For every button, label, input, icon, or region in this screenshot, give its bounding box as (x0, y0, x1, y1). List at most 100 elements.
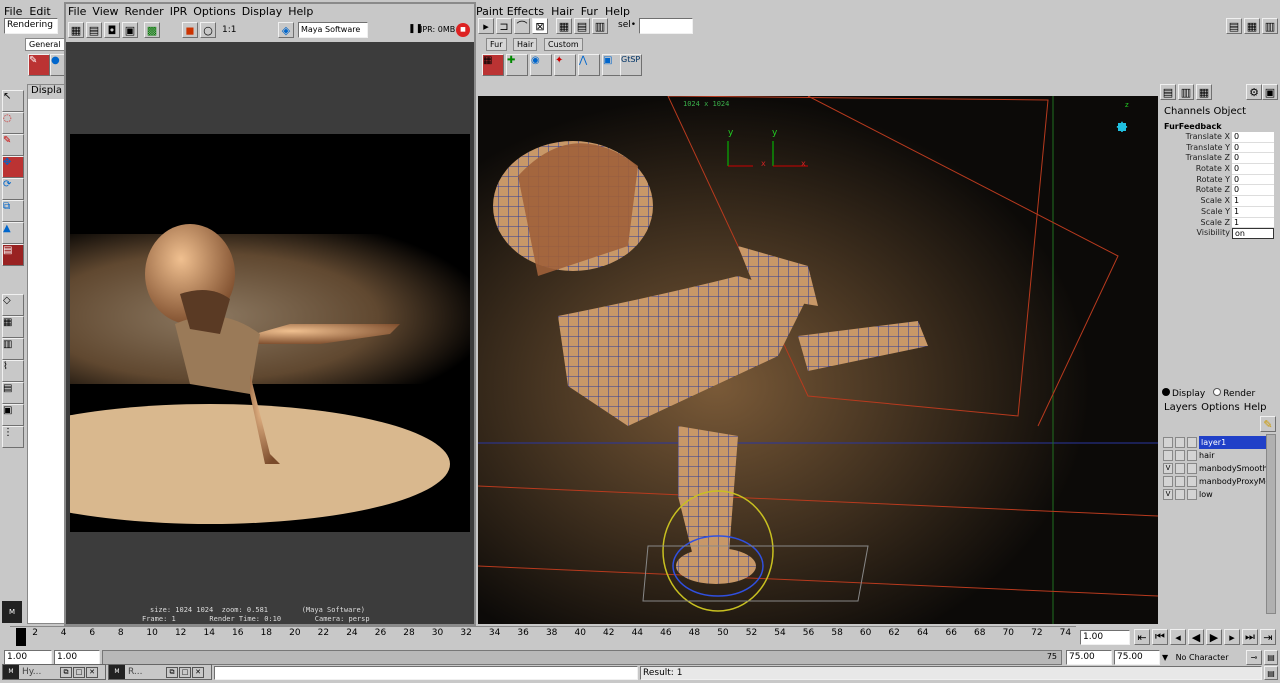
perspective-viewport[interactable]: 1024 x 1024 y x y x z ✛ (478, 96, 1158, 624)
layer-scrollbar[interactable] (1266, 434, 1276, 614)
shelf-paint-icon[interactable]: ✎ (28, 54, 50, 76)
close-icon[interactable]: ✕ (86, 666, 98, 678)
maximize-icon[interactable]: □ (73, 666, 85, 678)
layer-options-menu[interactable]: Options (1201, 402, 1240, 413)
fur-shelf-icon-5[interactable]: ⋀ (578, 54, 600, 76)
layer-visibility-toggle[interactable] (1163, 437, 1173, 448)
menu-fur[interactable]: Fur (581, 5, 598, 18)
step-back-icon[interactable]: ◂ (1170, 629, 1186, 645)
fur-shelf-icon-2[interactable]: ✚ (506, 54, 528, 76)
channel-row[interactable]: Scale Y1 (1160, 206, 1278, 218)
rv-menu-help[interactable]: Help (288, 4, 313, 20)
render-icon[interactable]: ▦ (556, 18, 572, 34)
step-back-key-icon[interactable]: ⏮ (1152, 629, 1168, 645)
layout-hypershade-icon[interactable]: ▤ (2, 382, 24, 404)
layer-visibility-toggle[interactable] (1163, 450, 1173, 461)
layers-menu[interactable]: Layers (1164, 402, 1197, 413)
layer-visibility-toggle[interactable]: V (1163, 463, 1173, 474)
channel-row[interactable]: Translate Z0 (1160, 153, 1278, 165)
shelf-tab-hair[interactable]: Hair (513, 38, 538, 51)
keep-image-icon[interactable]: ▩ (144, 22, 160, 38)
renderer-dropdown[interactable]: Maya Software (298, 22, 368, 38)
channel-row[interactable]: Translate X0 (1160, 132, 1278, 143)
shelf-tab-fur[interactable]: Fur (486, 38, 507, 51)
layout-single-icon[interactable]: ◇ (2, 294, 24, 316)
layer-row[interactable]: manbodyProxyMes (1163, 475, 1275, 488)
menu-file[interactable]: File (4, 5, 22, 18)
layer-visibility-toggle[interactable] (1163, 476, 1173, 487)
camera-icon[interactable]: ◈ (278, 22, 294, 38)
menu-hair[interactable]: Hair (551, 5, 574, 18)
layout-graph-icon[interactable]: ⌇ (2, 360, 24, 382)
go-start-icon[interactable]: ⇤ (1134, 629, 1150, 645)
channel-row[interactable]: Rotate X0 (1160, 164, 1278, 175)
restore-icon[interactable]: ⧉ (166, 666, 178, 678)
snap-point-icon[interactable]: ⊠ (532, 18, 548, 34)
tab-channels[interactable]: Channels (1164, 106, 1210, 117)
paint-select-icon[interactable]: ✎ (2, 134, 24, 156)
layout-four-icon[interactable]: ▦ (2, 316, 24, 338)
move-tool-icon[interactable]: ✥ (2, 156, 24, 178)
ratio-label[interactable]: 1:1 (222, 25, 236, 35)
layer-type-toggle[interactable] (1175, 450, 1185, 461)
rv-menu-ipr[interactable]: IPR (170, 4, 188, 20)
cb-tab-icon-2[interactable]: ▥ (1178, 84, 1194, 100)
fur-shelf-icon-3[interactable]: ◉ (530, 54, 552, 76)
render-globals-icon[interactable]: ▥ (592, 18, 608, 34)
taskbar-item-hypershade[interactable]: M Hy... ⧉ □ ✕ (2, 664, 106, 680)
menu-edit[interactable]: Edit (29, 5, 50, 18)
redo-render-icon[interactable]: ▦ (68, 22, 84, 38)
menu-paint-effects[interactable]: Paint Effects (476, 5, 544, 18)
layer-help-menu[interactable]: Help (1244, 402, 1267, 413)
layer-row[interactable]: hair (1163, 449, 1275, 462)
snap-icon[interactable]: ⊐ (496, 18, 512, 34)
layer-color-swatch[interactable] (1187, 437, 1197, 448)
manipulator-icon[interactable]: ▲ (2, 222, 24, 244)
channel-row[interactable]: Translate Y0 (1160, 142, 1278, 154)
taskbar-item-render[interactable]: M R... ⧉ □ ✕ (108, 664, 212, 680)
layer-type-toggle[interactable] (1175, 437, 1185, 448)
layer-color-swatch[interactable] (1187, 476, 1197, 487)
channel-row[interactable]: Rotate Z0 (1160, 185, 1278, 197)
mode-dropdown[interactable]: Rendering (4, 18, 58, 34)
go-end-icon[interactable]: ⇥ (1260, 629, 1276, 645)
region-render-icon[interactable]: ▣ (122, 22, 138, 38)
history-icon[interactable]: ▸ (478, 18, 494, 34)
color-channel-icon[interactable]: ◼ (182, 22, 198, 38)
layer-visibility-toggle[interactable]: V (1163, 489, 1173, 500)
layer-row[interactable]: layer1 (1163, 436, 1275, 449)
play-forward-icon[interactable]: ▶ (1206, 629, 1222, 645)
cb-tab-icon-4[interactable]: ⚙ (1246, 84, 1262, 100)
tab-object[interactable]: Object (1213, 106, 1246, 117)
step-forward-icon[interactable]: ▸ (1224, 629, 1240, 645)
maximize-icon[interactable]: □ (179, 666, 191, 678)
attribute-editor-icon[interactable]: ▤ (1226, 18, 1242, 34)
cb-tab-icon-5[interactable]: ▣ (1262, 84, 1278, 100)
current-frame-field[interactable]: 1.00 (1080, 630, 1130, 645)
menu-help[interactable]: Help (605, 5, 630, 18)
rv-menu-options[interactable]: Options (193, 4, 235, 20)
char-set-dropdown[interactable]: ▼ No Character Set (1162, 650, 1242, 677)
render-radio[interactable]: Render (1213, 388, 1255, 399)
range-end-field[interactable]: 75.00 (1114, 650, 1160, 665)
shelf-tab-custom[interactable]: Custom (544, 38, 583, 51)
cb-tab-icon-3[interactable]: ▦ (1196, 84, 1212, 100)
shelf-tab-general[interactable]: General (25, 38, 65, 51)
rv-menu-display[interactable]: Display (242, 4, 283, 20)
last-tool-icon[interactable]: ▤ (2, 244, 24, 266)
layer-type-toggle[interactable] (1175, 476, 1185, 487)
cb-tab-icon-1[interactable]: ▤ (1160, 84, 1176, 100)
key-icon[interactable]: ⊸ (1246, 650, 1262, 665)
channel-box-icon[interactable]: ▥ (1262, 18, 1278, 34)
snap-curve-icon[interactable]: ⌒ (514, 18, 530, 34)
range-inner-end-field[interactable]: 75.00 (1066, 650, 1112, 665)
new-layer-icon[interactable]: ✎ (1260, 416, 1276, 432)
view-compass-icon[interactable]: ✛ (1110, 116, 1134, 140)
rv-menu-view[interactable]: View (92, 4, 118, 20)
gtsp-icon[interactable]: GtSP (620, 54, 642, 76)
stop-render-icon[interactable]: ■ (456, 23, 470, 37)
layer-row[interactable]: V manbodySmoothM (1163, 462, 1275, 475)
ipr-render-icon[interactable]: ▤ (86, 22, 102, 38)
layer-row[interactable]: V low (1163, 488, 1275, 501)
prefs-icon[interactable]: ▤ (1264, 650, 1278, 665)
